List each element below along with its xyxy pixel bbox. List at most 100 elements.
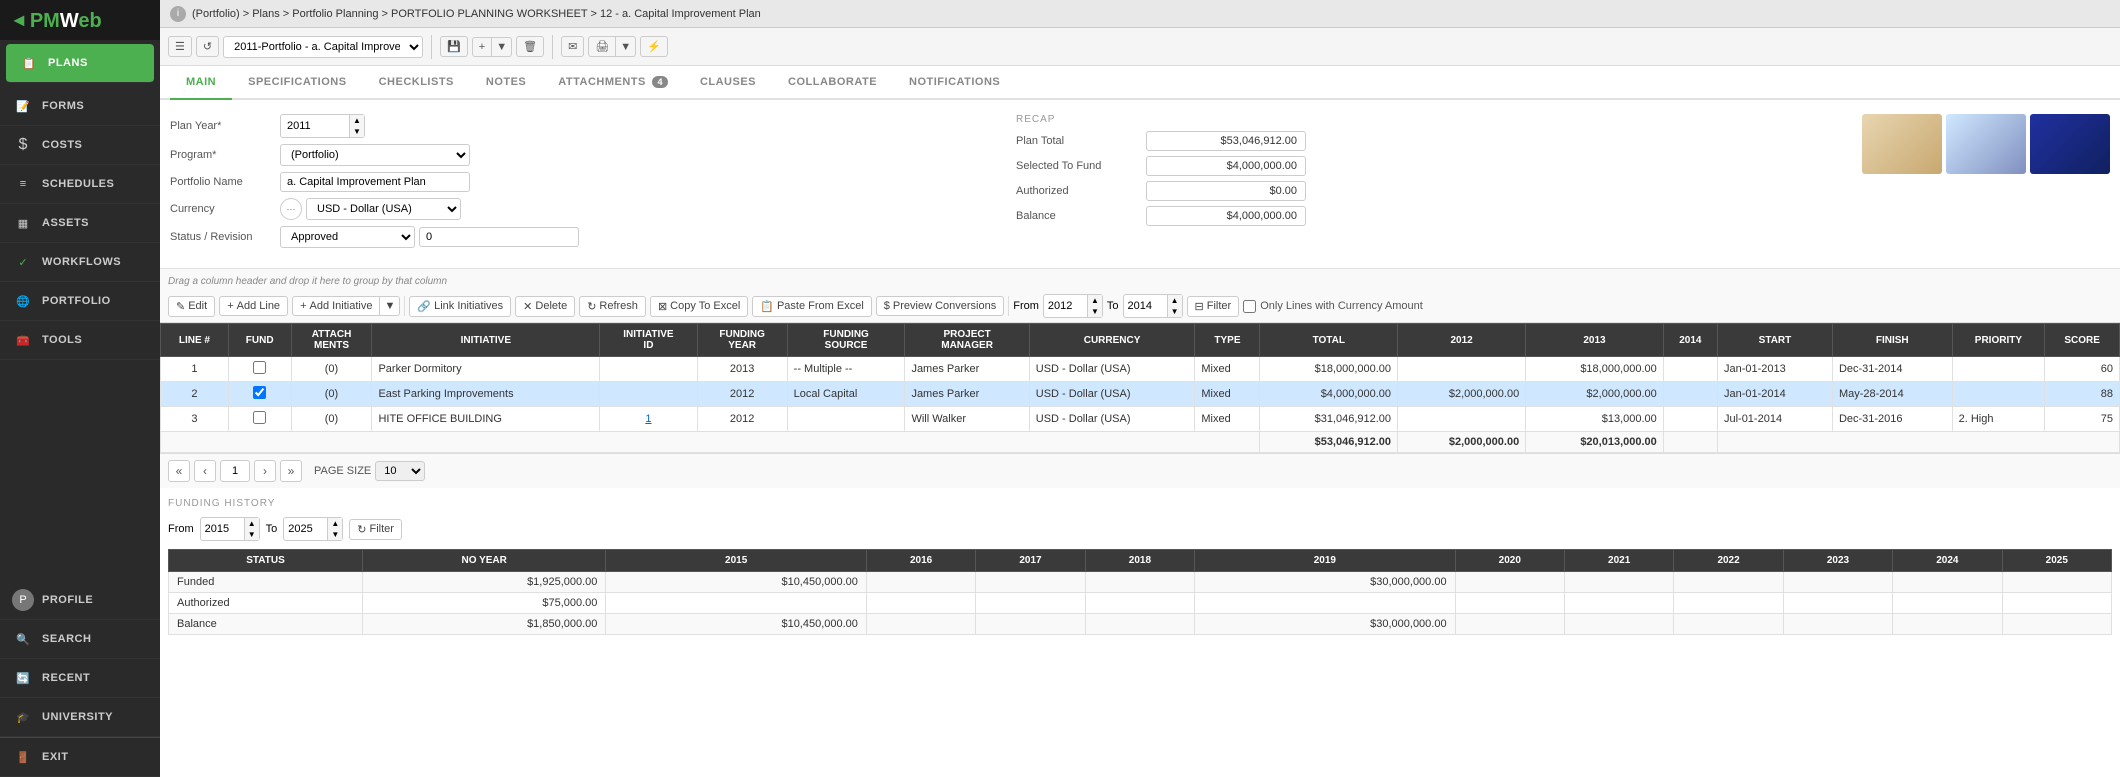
cell-fundingsource-2: Local Capital — [787, 382, 905, 407]
plan-year-up[interactable]: ▲ — [350, 115, 364, 126]
to-year-up[interactable]: ▲ — [1168, 295, 1182, 306]
fh-authorized-2019 — [1195, 593, 1456, 614]
fh-authorized-2021 — [1564, 593, 1673, 614]
currency-select[interactable]: USD - Dollar (USA) — [306, 198, 461, 220]
sidebar-item-costs[interactable]: $ COSTS — [0, 126, 160, 165]
table-row[interactable]: 1 (0) Parker Dormitory 2013 -- Multiple … — [161, 357, 2120, 382]
portfolio-name-input[interactable] — [280, 172, 470, 192]
sidebar-item-exit[interactable]: 🚪 EXIT — [0, 737, 160, 777]
sidebar-item-tools[interactable]: 🧰 TOOLS — [0, 321, 160, 360]
sidebar-item-university[interactable]: 🎓 UNIVERSITY — [0, 698, 160, 737]
tab-specifications[interactable]: SPECIFICATIONS — [232, 66, 362, 100]
fh-to-up[interactable]: ▲ — [328, 518, 342, 529]
fh-to-down[interactable]: ▼ — [328, 529, 342, 540]
edit-button[interactable]: ✎ Edit — [168, 296, 215, 317]
cell-finish-3: Dec-31-2016 — [1832, 407, 1952, 432]
col-2014: 2014 — [1663, 324, 1717, 357]
plan-total-row: Plan Total $53,046,912.00 — [1016, 131, 1842, 151]
print-dropdown-button[interactable]: ▼ — [616, 36, 636, 57]
fh-from-down[interactable]: ▼ — [245, 529, 259, 540]
sidebar-item-search[interactable]: 🔍 SEARCH — [0, 620, 160, 659]
print-button[interactable]: 🖨 — [588, 36, 616, 57]
currency-icon-btn[interactable]: ··· — [280, 198, 302, 220]
program-select[interactable]: (Portfolio) — [280, 144, 470, 166]
sidebar-item-forms[interactable]: 📝 FORMS — [0, 87, 160, 126]
lightning-button[interactable]: ⚡ — [640, 36, 668, 57]
fund-check-3[interactable] — [253, 411, 266, 424]
fh-from-input[interactable] — [200, 517, 245, 541]
page-number-input[interactable] — [220, 460, 250, 482]
fh-filter-icon: ↻ — [357, 523, 366, 536]
sidebar-item-profile[interactable]: P PROFILE — [0, 581, 160, 620]
tab-notes[interactable]: NOTES — [470, 66, 542, 100]
info-icon[interactable]: i — [170, 6, 186, 22]
tab-notifications[interactable]: NOTIFICATIONS — [893, 66, 1016, 100]
refresh-button[interactable]: ↻ Refresh — [579, 296, 646, 317]
sidebar-item-plans[interactable]: 📋 PLANS — [6, 44, 154, 83]
fh-from-up[interactable]: ▲ — [245, 518, 259, 529]
paste-from-excel-button[interactable]: 📋 Paste From Excel — [752, 296, 872, 317]
fh-authorized-2025 — [2002, 593, 2111, 614]
only-lines-checkbox[interactable] — [1243, 300, 1256, 313]
add-initiative-dropdown[interactable]: ▼ — [380, 296, 400, 316]
plan-year-down[interactable]: ▼ — [350, 126, 364, 137]
pagination: « ‹ › » PAGE SIZE 10 25 50 — [160, 453, 2120, 488]
funding-history-label: FUNDING HISTORY — [168, 498, 2112, 509]
portfolio-name-label: Portfolio Name — [170, 176, 280, 188]
plan-year-input[interactable] — [280, 114, 350, 138]
table-row[interactable]: 3 (0) HITE OFFICE BUILDING 1 2012 Will W… — [161, 407, 2120, 432]
status-select[interactable]: Approved — [280, 226, 415, 248]
to-year-down[interactable]: ▼ — [1168, 306, 1182, 317]
sidebar-item-portfolio[interactable]: 🌐 PORTFOLIO — [0, 282, 160, 321]
tab-checklists[interactable]: CHECKLISTS — [363, 66, 470, 100]
first-page-button[interactable]: « — [168, 460, 190, 482]
fund-check-2[interactable] — [253, 386, 266, 399]
fh-authorized-2017 — [976, 593, 1085, 614]
add-initiative-icon: + — [300, 300, 306, 312]
sidebar-item-recent[interactable]: 🔄 RECENT — [0, 659, 160, 698]
table-row[interactable]: 2 (0) East Parking Improvements 2012 Loc… — [161, 382, 2120, 407]
tab-attachments[interactable]: ATTACHMENTS 4 — [542, 66, 684, 100]
link-initiatives-button[interactable]: 🔗 Link Initiatives — [409, 296, 511, 317]
add-line-button[interactable]: + Add Line — [219, 296, 288, 316]
tab-main[interactable]: MAIN — [170, 66, 232, 100]
table-header-row: LINE # FUND ATTACHMENTS INITIATIVE INITI… — [161, 324, 2120, 357]
cell-start-1: Jan-01-2013 — [1717, 357, 1832, 382]
from-year-input[interactable] — [1043, 294, 1088, 318]
copy-to-excel-button[interactable]: ⊠ Copy To Excel — [650, 296, 748, 317]
preview-conversions-button[interactable]: $ Preview Conversions — [876, 296, 1004, 316]
revision-input[interactable] — [419, 227, 579, 247]
from-year-down[interactable]: ▼ — [1088, 306, 1102, 317]
to-year-input[interactable] — [1123, 294, 1168, 318]
email-button[interactable]: ✉ — [561, 36, 584, 57]
prev-page-button[interactable]: ‹ — [194, 460, 216, 482]
page-size-select[interactable]: 10 25 50 — [375, 461, 425, 481]
sidebar-item-workflows[interactable]: ✓ WORKFLOWS — [0, 243, 160, 282]
fund-check-1[interactable] — [253, 361, 266, 374]
delete-row-button[interactable]: ✕ Delete — [515, 296, 575, 317]
last-page-button[interactable]: » — [280, 460, 302, 482]
selected-to-fund-label: Selected To Fund — [1016, 160, 1146, 172]
portfolio-icon: 🌐 — [12, 290, 34, 312]
fh-authorized-2023 — [1783, 593, 1892, 614]
sidebar-item-schedules[interactable]: ≡ SCHEDULES — [0, 165, 160, 204]
delete-button[interactable]: 🗑 — [516, 36, 544, 57]
filter-button[interactable]: ⊟ Filter — [1187, 296, 1240, 317]
record-selector[interactable]: 2011-Portfolio - a. Capital Improve... — [223, 36, 423, 58]
tab-collaborate[interactable]: COLLABORATE — [772, 66, 893, 100]
fh-to-input[interactable] — [283, 517, 328, 541]
sidebar-item-assets[interactable]: ▦ ASSETS — [0, 204, 160, 243]
history-button[interactable]: ↺ — [196, 36, 219, 57]
add-initiative-button[interactable]: + Add Initiative — [292, 296, 380, 316]
funding-history-section: FUNDING HISTORY From ▲ ▼ To ▲ ▼ ↻ Filt — [160, 488, 2120, 645]
from-year-up[interactable]: ▲ — [1088, 295, 1102, 306]
fh-filter-button[interactable]: ↻ Filter — [349, 519, 402, 540]
save-button[interactable]: 💾 — [440, 36, 468, 57]
add-dropdown-button[interactable]: ▼ — [492, 37, 512, 57]
thumbnail-1 — [1862, 114, 1942, 174]
records-list-button[interactable]: ☰ — [168, 36, 192, 57]
tab-clauses[interactable]: CLAUSES — [684, 66, 772, 100]
next-page-button[interactable]: › — [254, 460, 276, 482]
add-button[interactable]: + — [472, 37, 492, 57]
init-id-link-3[interactable]: 1 — [645, 413, 651, 425]
